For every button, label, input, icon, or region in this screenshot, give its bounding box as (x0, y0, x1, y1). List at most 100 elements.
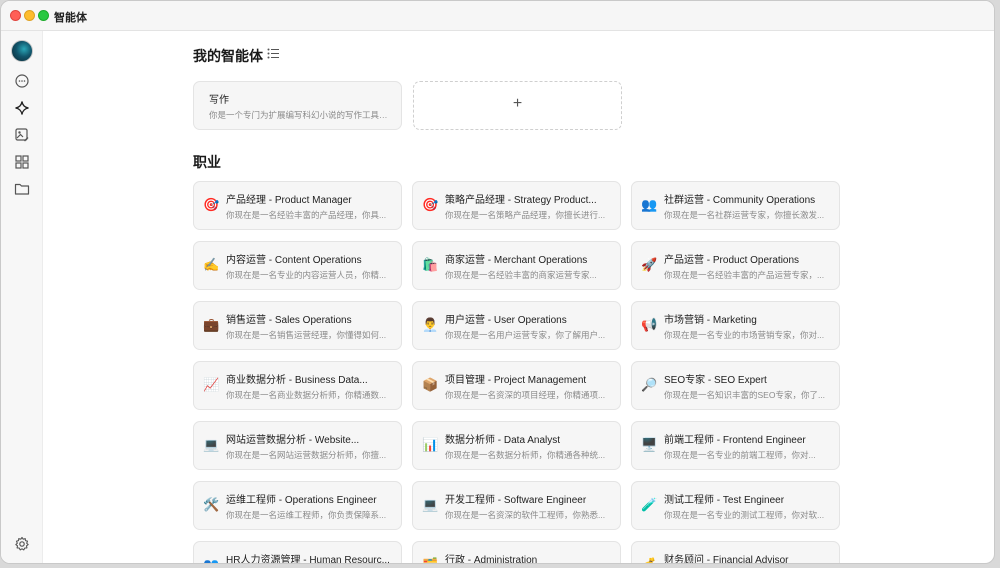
agent-emoji-icon: 📊 (422, 437, 439, 452)
my-agent-card[interactable]: 写作 你是一个专门为扩展编写科幻小说的写作工具。... (193, 81, 402, 130)
add-agent-button[interactable]: + (413, 81, 622, 130)
agent-emoji-icon: 🧪 (641, 497, 658, 512)
agent-description: 你现在是一名网站运营数据分析师，你擅... (226, 450, 387, 460)
agent-description: 你现在是一名专业的市场营销专家，你对... (664, 330, 825, 340)
career-agent-card[interactable]: 🛍️ 商家运营 - Merchant Operations 你现在是一名经验丰富的商… (412, 241, 621, 290)
agent-description: 你现在是一名商业数据分析师，你精通数... (226, 390, 387, 400)
maximize-window-button[interactable] (38, 10, 49, 21)
agent-title: 数据分析师 - Data Analyst (445, 435, 561, 446)
agent-description: 你现在是一名经验丰富的产品经理，你具... (226, 210, 387, 220)
agent-description: 你现在是一名专业的测试工程师，你对软... (664, 510, 825, 520)
agent-description: 你现在是一名资深的软件工程师，你熟悉... (445, 510, 606, 520)
agent-title: 行政 - Administration (445, 555, 538, 564)
agent-title: 社群运营 - Community Operations (664, 195, 816, 206)
agent-emoji-icon: 📢 (641, 317, 658, 332)
agent-title: 产品运营 - Product Operations (664, 255, 800, 266)
avatar[interactable] (11, 40, 33, 62)
career-agent-card[interactable]: 💻 网站运营数据分析 - Website... 你现在是一名网站运营数据分析师，你擅… (193, 421, 402, 470)
agent-description: 你现在是一名经验丰富的产品运营专家，... (664, 270, 825, 280)
agent-emoji-icon: 💼 (203, 317, 220, 332)
agent-description: 你现在是一名用户运营专家，你了解用户... (445, 330, 606, 340)
image-edit-icon[interactable] (14, 127, 30, 143)
folder-icon[interactable] (14, 181, 30, 197)
agent-emoji-icon: 📦 (422, 377, 439, 392)
main-content: 我的智能体 写作 你是一个专门为扩展编写科幻小说的写作工具。... + 职业 🎯… (43, 31, 994, 564)
agent-description: 你现在是一名数据分析师，你精通各种统... (445, 450, 606, 460)
career-agent-card[interactable]: 📦 项目管理 - Project Management 你现在是一名资深的项目经理，… (412, 361, 621, 410)
career-agent-card[interactable]: 👥 HR人力资源管理 - Human Resourc... (193, 541, 402, 564)
agent-title: 写作 (209, 95, 229, 106)
agent-description: 你现在是一名销售运营经理，你懂得如何... (226, 330, 387, 340)
agent-emoji-icon: 💻 (422, 497, 439, 512)
agent-title: 运维工程师 - Operations Engineer (226, 495, 377, 506)
agent-emoji-icon: 📈 (203, 377, 220, 392)
agent-emoji-icon: 🗂️ (422, 557, 438, 563)
agent-emoji-icon: 👥 (203, 557, 219, 563)
career-agent-card[interactable]: 📊 数据分析师 - Data Analyst 你现在是一名数据分析师，你精通各种统.… (412, 421, 621, 470)
career-agent-card[interactable]: 📢 市场营销 - Marketing 你现在是一名专业的市场营销专家，你对... (631, 301, 840, 350)
agent-emoji-icon: 🎯 (422, 197, 439, 212)
career-agent-card[interactable]: 💻 开发工程师 - Software Engineer 你现在是一名资深的软件工程师… (412, 481, 621, 530)
agent-title: SEO专家 - SEO Expert (664, 375, 767, 386)
career-agent-card[interactable]: 🎯 产品经理 - Product Manager 你现在是一名经验丰富的产品经理，你… (193, 181, 402, 230)
career-agent-card[interactable]: 💰 财务顾问 - Financial Advisor (631, 541, 840, 564)
agent-description: 你现在是一名策略产品经理，你擅长进行... (445, 210, 606, 220)
career-agent-card[interactable]: 👨‍💼 用户运营 - User Operations 你现在是一名用户运营专家，你了… (412, 301, 621, 350)
agent-description: 你现在是一名资深的项目经理，你精通项... (445, 390, 606, 400)
sidebar (1, 31, 43, 563)
close-window-button[interactable] (10, 10, 21, 21)
list-icon[interactable] (267, 47, 280, 60)
agent-title: 开发工程师 - Software Engineer (445, 495, 587, 506)
agent-emoji-icon: 🛠️ (203, 497, 220, 512)
agent-title: 测试工程师 - Test Engineer (664, 495, 785, 506)
agent-title: 项目管理 - Project Management (445, 375, 587, 386)
app-window: 智能体 我的智能体 写作 你是一个专门为扩展编写科幻小说的写作工具。... + … (0, 0, 995, 564)
career-agent-card[interactable]: 👥 社群运营 - Community Operations 你现在是一名社群运营专家… (631, 181, 840, 230)
career-agent-card[interactable]: 🛠️ 运维工程师 - Operations Engineer 你现在是一名运维工程师… (193, 481, 402, 530)
agent-description: 你现在是一名知识丰富的SEO专家，你了... (664, 390, 826, 400)
career-agent-card[interactable]: ✍️ 内容运营 - Content Operations 你现在是一名专业的内容运营… (193, 241, 402, 290)
career-agent-card[interactable]: 📈 商业数据分析 - Business Data... 你现在是一名商业数据分析师，… (193, 361, 402, 410)
agent-title: 策略产品经理 - Strategy Product... (445, 195, 597, 206)
career-agent-card[interactable]: 🖥️ 前端工程师 - Frontend Engineer 你现在是一名专业的前端工程… (631, 421, 840, 470)
agent-description: 你现在是一名经验丰富的商家运营专家... (445, 270, 597, 280)
agent-title: 用户运营 - User Operations (445, 315, 567, 326)
career-agent-card[interactable]: 🚀 产品运营 - Product Operations 你现在是一名经验丰富的产品运… (631, 241, 840, 290)
my-agents-heading: 我的智能体 (193, 48, 263, 64)
agent-title: 市场营销 - Marketing (664, 315, 757, 326)
chat-bubble-icon[interactable] (14, 73, 30, 89)
agent-description: 你现在是一名运维工程师，你负责保障系... (226, 510, 387, 520)
agent-emoji-icon: 💻 (203, 437, 220, 452)
agent-emoji-icon: 🔎 (641, 377, 658, 392)
agent-title: 网站运营数据分析 - Website... (226, 435, 360, 446)
agent-description: 你现在是一名专业的前端工程师，你对... (664, 450, 816, 460)
grid-icon[interactable] (14, 154, 30, 170)
window-title: 智能体 (54, 12, 87, 24)
agent-emoji-icon: 🚀 (641, 257, 658, 272)
agent-title: HR人力资源管理 - Human Resourc... (226, 555, 390, 564)
agent-title: 商家运营 - Merchant Operations (445, 255, 588, 266)
agent-title: 产品经理 - Product Manager (226, 195, 352, 206)
agent-emoji-icon: ✍️ (203, 257, 220, 272)
career-agent-card[interactable]: 🧪 测试工程师 - Test Engineer 你现在是一名专业的测试工程师，你对软… (631, 481, 840, 530)
agent-emoji-icon: 💰 (641, 557, 657, 563)
agent-description: 你是一个专门为扩展编写科幻小说的写作工具。... (209, 110, 394, 120)
agent-title: 财务顾问 - Financial Advisor (664, 555, 789, 564)
agent-title: 商业数据分析 - Business Data... (226, 375, 368, 386)
career-agent-card[interactable]: 🔎 SEO专家 - SEO Expert 你现在是一名知识丰富的SEO专家，你了..… (631, 361, 840, 410)
agent-emoji-icon: 👥 (641, 197, 658, 212)
career-agent-card[interactable]: 🗂️ 行政 - Administration (412, 541, 621, 564)
career-agent-card[interactable]: 💼 销售运营 - Sales Operations 你现在是一名销售运营经理，你懂得… (193, 301, 402, 350)
agent-emoji-icon: 🛍️ (422, 257, 439, 272)
agent-title: 内容运营 - Content Operations (226, 255, 362, 266)
career-heading: 职业 (193, 154, 221, 170)
agent-description: 你现在是一名专业的内容运营人员，你精... (226, 270, 387, 280)
title-bar: 智能体 (1, 1, 994, 31)
agent-emoji-icon: 🎯 (203, 197, 220, 212)
agent-title: 销售运营 - Sales Operations (226, 315, 352, 326)
minimize-window-button[interactable] (24, 10, 35, 21)
agent-emoji-icon: 🖥️ (641, 437, 658, 452)
gear-icon[interactable] (14, 536, 30, 552)
sparkle-icon[interactable] (14, 100, 30, 116)
career-agent-card[interactable]: 🎯 策略产品经理 - Strategy Product... 你现在是一名策略产品经… (412, 181, 621, 230)
